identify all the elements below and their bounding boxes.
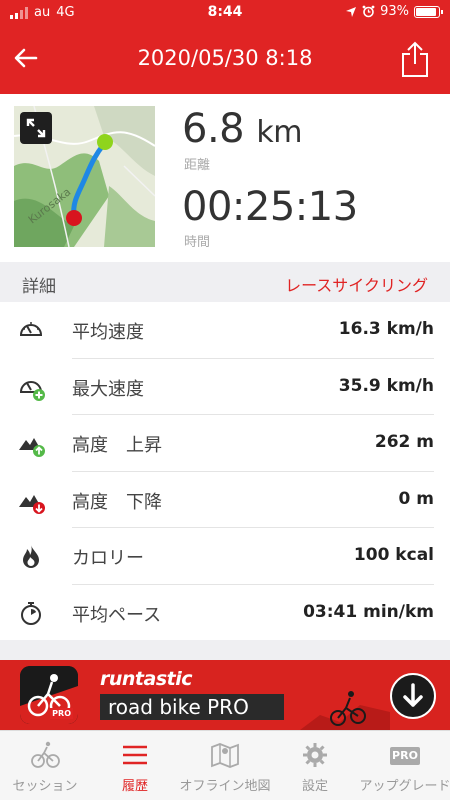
- pro-badge: PRO: [50, 708, 73, 719]
- activity-type-link[interactable]: レースサイクリング: [285, 272, 428, 296]
- tab-history[interactable]: 履歴: [90, 731, 180, 800]
- route-map[interactable]: Kurosaka: [14, 106, 155, 247]
- battery-percent: 93%: [380, 4, 409, 19]
- row-name: 平均速度: [72, 322, 144, 343]
- speedometer-icon: [18, 317, 44, 343]
- row-value: 16.3 km/h: [338, 319, 434, 339]
- tab-session[interactable]: セッション: [0, 731, 90, 800]
- row-value: 262 m: [374, 432, 434, 452]
- expand-icon: [26, 118, 46, 138]
- list-item: 平均速度 16.3 km/h: [0, 302, 450, 359]
- row-value: 100 kcal: [353, 545, 434, 565]
- details-label: 詳細: [22, 277, 56, 297]
- battery-icon: [414, 5, 443, 18]
- elevation-up-icon: [18, 430, 45, 457]
- list-item: 最大速度 35.9 km/h: [0, 359, 450, 415]
- route-end-marker: [66, 210, 82, 226]
- tab-upgrade[interactable]: PRO アップグレード: [359, 731, 450, 800]
- cyclist-icon: [31, 741, 60, 768]
- tab-offline-map[interactable]: オフライン地図: [179, 731, 271, 800]
- distance-label: 距離: [184, 158, 211, 173]
- flame-icon: [18, 543, 44, 569]
- row-name: 平均ペース: [72, 604, 162, 626]
- list-item: 高度 下降 0 m: [0, 472, 450, 528]
- gear-icon: [303, 743, 327, 767]
- details-header: 詳細 レースサイクリング: [0, 262, 450, 302]
- brand-logo: runtastic: [100, 668, 193, 690]
- session-summary: Kurosaka 6.8 km 距離 00:25:13 時間: [0, 94, 450, 262]
- nav-header: 2020/05/30 8:18: [0, 26, 450, 94]
- alarm-icon: [362, 5, 375, 18]
- location-arrow-icon: [346, 6, 357, 17]
- share-button[interactable]: [400, 40, 430, 78]
- duration-value: 00:25:13: [182, 184, 358, 230]
- product-name: road bike PRO: [100, 694, 284, 720]
- list-item: 高度 上昇 262 m: [0, 415, 450, 472]
- row-name: 高度 下降: [72, 491, 162, 513]
- stopwatch-icon: [18, 600, 44, 626]
- row-value: 03:41 min/km: [303, 601, 434, 622]
- share-icon: [402, 41, 428, 77]
- banner-rider-graphic: [300, 691, 390, 730]
- max-speed-icon: [18, 374, 45, 401]
- elevation-down-icon: [18, 487, 45, 514]
- status-bar: au 4G 8:44 93%: [0, 0, 450, 26]
- list-item: 平均ペース 03:41 min/km: [0, 585, 450, 641]
- tab-label: アップグレード: [359, 779, 450, 794]
- list-icon: [123, 745, 147, 765]
- list-item: カロリー 100 kcal: [0, 528, 450, 585]
- distance-value: 6.8 km: [182, 106, 302, 152]
- tab-bar: セッション 履歴 オフライン地図 設定 PRO アップグレード: [0, 730, 450, 800]
- page-title: 2020/05/30 8:18: [137, 46, 313, 70]
- row-name: 最大速度: [72, 378, 144, 400]
- map-icon: [211, 743, 239, 768]
- distance-number: 6.8: [182, 106, 245, 152]
- pro-badge-icon: PRO: [390, 747, 420, 765]
- expand-map-button[interactable]: [20, 112, 52, 144]
- tab-settings[interactable]: 設定: [270, 731, 360, 800]
- row-name: カロリー: [72, 548, 144, 569]
- download-arrow-icon: [403, 683, 423, 707]
- distance-unit: km: [256, 115, 302, 150]
- row-value: 35.9 km/h: [338, 375, 434, 396]
- upgrade-banner[interactable]: PRO runtastic road bike PRO: [0, 660, 450, 730]
- row-value: 0 m: [398, 488, 434, 509]
- app-icon: PRO: [20, 666, 78, 724]
- row-name: 高度 上昇: [72, 435, 162, 456]
- details-list: 平均速度 16.3 km/h 最大速度 35.9 km/h 高度 上昇 262 …: [0, 302, 450, 641]
- download-button[interactable]: [390, 673, 436, 719]
- duration-label: 時間: [184, 235, 211, 250]
- route-start-marker: [97, 134, 113, 150]
- section-gap: [0, 640, 450, 660]
